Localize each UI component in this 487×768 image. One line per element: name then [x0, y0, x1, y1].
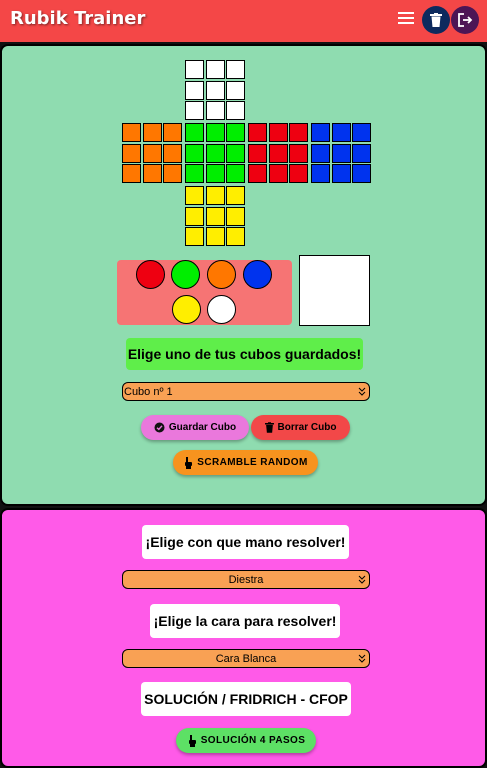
sticker-right[interactable] — [268, 143, 288, 163]
sticker-back[interactable] — [311, 143, 330, 163]
sticker-right[interactable] — [248, 123, 267, 142]
hand-select[interactable]: Diestra — [122, 570, 370, 589]
dropdown-arrow-icon — [358, 654, 366, 663]
sticker-down[interactable] — [226, 227, 245, 246]
sticker-left[interactable] — [122, 164, 141, 183]
sticker-front[interactable] — [185, 123, 204, 142]
dropdown-arrow-icon — [358, 387, 366, 396]
swatch-orange[interactable] — [207, 260, 236, 289]
sticker-back[interactable] — [311, 164, 330, 183]
sticker-front[interactable] — [205, 164, 225, 183]
swatch-white[interactable] — [207, 295, 236, 324]
hand-pointer-icon — [188, 734, 196, 747]
hand-select-value: Diestra — [228, 573, 264, 586]
sticker-front[interactable] — [185, 164, 204, 183]
selected-color-preview — [299, 255, 370, 326]
face-select[interactable]: Cara Blanca — [122, 649, 370, 668]
hand-heading: ¡Elige con que mano resolver! — [142, 525, 349, 559]
sticker-front[interactable] — [185, 143, 204, 163]
sticker-back[interactable] — [331, 143, 351, 163]
sticker-down[interactable] — [226, 186, 245, 205]
trash-icon — [430, 13, 442, 27]
sticker-back[interactable] — [331, 164, 351, 183]
swatch-yellow[interactable] — [172, 295, 201, 324]
save-cube-button[interactable]: Guardar Cubo — [141, 415, 249, 440]
app-title: Rubik Trainer — [10, 8, 146, 29]
sticker-front[interactable] — [226, 164, 245, 183]
sticker-down[interactable] — [226, 206, 245, 226]
dropdown-arrow-icon — [358, 575, 366, 584]
method-heading: SOLUCIÓN / FRIDRICH - CFOP — [141, 682, 351, 716]
sticker-up[interactable] — [205, 60, 225, 79]
sticker-back[interactable] — [352, 143, 371, 163]
sticker-up[interactable] — [185, 80, 204, 100]
logout-button[interactable] — [451, 6, 479, 34]
color-palette — [117, 260, 292, 325]
sticker-down[interactable] — [205, 186, 225, 205]
sticker-left[interactable] — [142, 143, 162, 163]
sticker-left[interactable] — [163, 164, 182, 183]
sticker-left[interactable] — [122, 123, 141, 142]
sticker-right[interactable] — [289, 143, 308, 163]
face-select-value: Cara Blanca — [215, 652, 277, 665]
sticker-up[interactable] — [185, 101, 204, 120]
top-app-bar: Rubik Trainer — [0, 0, 487, 42]
sticker-left[interactable] — [142, 123, 162, 142]
sticker-left[interactable] — [163, 143, 182, 163]
sticker-front[interactable] — [226, 143, 245, 163]
sticker-left[interactable] — [142, 164, 162, 183]
sticker-right[interactable] — [289, 123, 308, 142]
sticker-down[interactable] — [185, 206, 204, 226]
save-cube-label: Guardar Cubo — [168, 422, 237, 433]
saved-cube-select-value: Cubo nº 1 — [124, 385, 173, 398]
scramble-random-button[interactable]: SCRAMBLE RANDOM — [173, 450, 318, 475]
sticker-up[interactable] — [226, 80, 245, 100]
trash-icon — [264, 422, 274, 433]
saved-cubes-heading: Elige uno de tus cubos guardados! — [126, 338, 363, 370]
sticker-up[interactable] — [226, 60, 245, 79]
sticker-down[interactable] — [205, 206, 225, 226]
logout-icon — [457, 13, 472, 27]
sticker-left[interactable] — [122, 143, 141, 163]
sticker-back[interactable] — [352, 123, 371, 142]
sticker-right[interactable] — [268, 123, 288, 142]
sticker-down[interactable] — [185, 186, 204, 205]
sticker-back[interactable] — [331, 123, 351, 142]
scramble-random-label: SCRAMBLE RANDOM — [197, 457, 308, 468]
check-circle-icon — [154, 422, 165, 433]
swatch-blue[interactable] — [243, 260, 272, 289]
sticker-up[interactable] — [185, 60, 204, 79]
solution-4-steps-label: SOLUCIÓN 4 PASOS — [200, 735, 306, 746]
solution-4-steps-button[interactable]: SOLUCIÓN 4 PASOS — [176, 728, 316, 753]
menu-icon[interactable] — [398, 10, 414, 24]
sticker-up[interactable] — [205, 80, 225, 100]
sticker-up[interactable] — [226, 101, 245, 120]
sticker-back[interactable] — [352, 164, 371, 183]
sticker-right[interactable] — [248, 143, 267, 163]
delete-cube-top-button[interactable] — [422, 6, 450, 34]
swatch-red[interactable] — [136, 260, 165, 289]
sticker-right[interactable] — [289, 164, 308, 183]
sticker-down[interactable] — [205, 227, 225, 246]
swatch-green[interactable] — [171, 260, 200, 289]
delete-cube-button[interactable]: Borrar Cubo — [251, 415, 350, 440]
sticker-down[interactable] — [185, 227, 204, 246]
delete-cube-label: Borrar Cubo — [277, 422, 337, 433]
hand-pointer-icon — [185, 456, 193, 469]
sticker-back[interactable] — [311, 123, 330, 142]
sticker-right[interactable] — [268, 164, 288, 183]
sticker-left[interactable] — [163, 123, 182, 142]
sticker-up[interactable] — [205, 101, 225, 120]
sticker-front[interactable] — [205, 143, 225, 163]
sticker-front[interactable] — [226, 123, 245, 142]
face-heading: ¡Elige la cara para resolver! — [150, 604, 340, 638]
sticker-right[interactable] — [248, 164, 267, 183]
sticker-front[interactable] — [205, 123, 225, 142]
saved-cube-select[interactable]: Cubo nº 1 — [122, 382, 370, 401]
